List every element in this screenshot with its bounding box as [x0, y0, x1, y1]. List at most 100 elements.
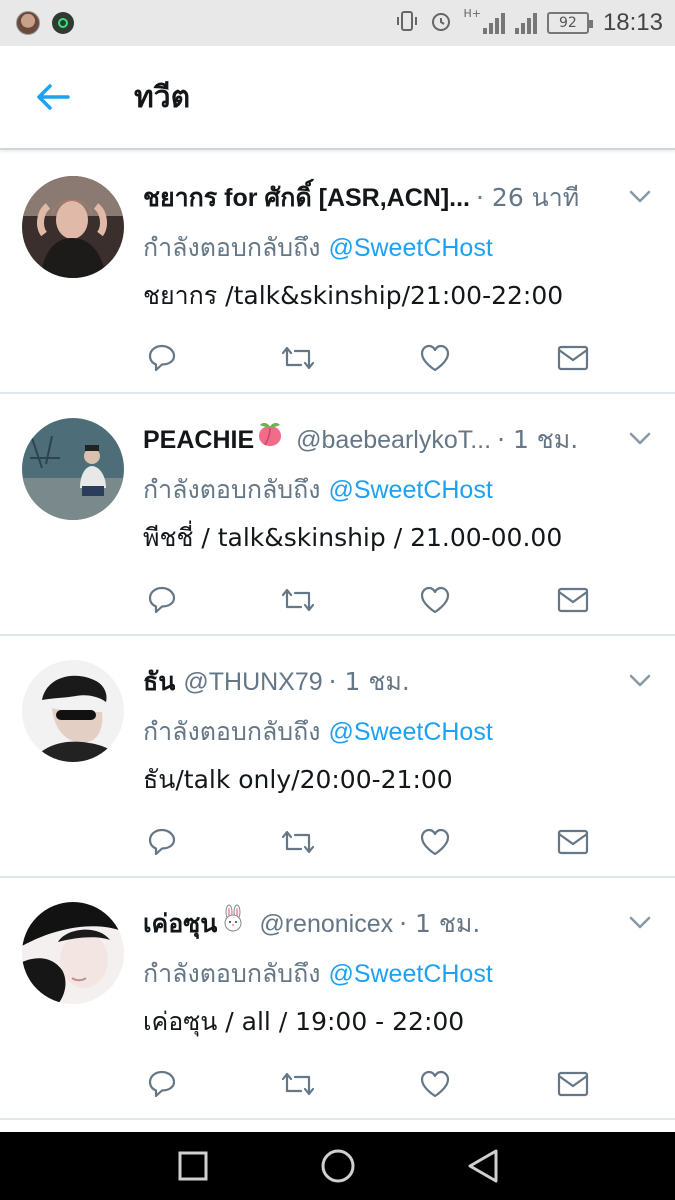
- retweet-button[interactable]: [276, 820, 320, 864]
- display-name[interactable]: ธัน: [143, 662, 175, 702]
- tweet-text: ธัน/talk only/20:00-21:00: [143, 765, 453, 794]
- reply-prefix: กำลังตอบกลับถึง: [143, 959, 321, 988]
- direct-message-button[interactable]: [551, 1062, 595, 1106]
- reply-icon: [148, 828, 176, 856]
- reply-button[interactable]: [140, 336, 184, 380]
- reply-context: กำลังตอบกลับถึง @SweetCHost: [143, 470, 493, 510]
- tweet[interactable]: PEACHIE @baebearlykoT... · 1 ชม. กำลังตอ…: [0, 394, 675, 636]
- chevron-down-icon: [629, 674, 651, 687]
- display-name[interactable]: เค่อซุน: [143, 904, 217, 944]
- reply-prefix: กำลังตอบกลับถึง: [143, 475, 321, 504]
- triangle-back-icon: [468, 1149, 497, 1183]
- square-icon: [178, 1151, 207, 1181]
- mention-link[interactable]: @SweetCHost: [328, 718, 492, 746]
- reply-icon: [148, 1070, 176, 1098]
- battery-icon: 92: [546, 12, 593, 34]
- mention-link[interactable]: @SweetCHost: [328, 476, 492, 504]
- envelope-icon: [557, 829, 589, 855]
- app-notification-icon: [52, 12, 74, 34]
- retweet-button[interactable]: [276, 1062, 320, 1106]
- like-button[interactable]: [413, 578, 457, 622]
- username[interactable]: @renonicex: [259, 910, 393, 939]
- reply-context: กำลังตอบกลับถึง @SweetCHost: [143, 712, 493, 752]
- like-button[interactable]: [413, 336, 457, 380]
- retweet-button[interactable]: [276, 578, 320, 622]
- retweet-icon: [281, 346, 315, 370]
- tweet-header: ธัน @THUNX79 · 1 ชม.: [143, 662, 613, 702]
- status-bar: H+ 92 18:13: [0, 0, 675, 46]
- tweet-menu-button[interactable]: [625, 666, 655, 696]
- tweet-menu-button[interactable]: [625, 182, 655, 212]
- envelope-icon: [557, 1071, 589, 1097]
- direct-message-button[interactable]: [551, 578, 595, 622]
- like-button[interactable]: [413, 1062, 457, 1106]
- signal-icon: [482, 12, 505, 34]
- username[interactable]: @THUNX79: [183, 668, 322, 697]
- system-back-button[interactable]: [453, 1136, 513, 1196]
- reply-context: กำลังตอบกลับถึง @SweetCHost: [143, 228, 493, 268]
- reply-icon: [148, 586, 176, 614]
- tweet-text: เค่อซุน / all / 19:00 - 22:00: [143, 1007, 465, 1036]
- back-button[interactable]: [18, 62, 88, 132]
- tweet-text: ชยากร /talk&skinship/21:00-22:00: [143, 281, 564, 310]
- tweet-actions: [140, 1062, 600, 1106]
- tweet-actions: [140, 820, 600, 864]
- tweet-menu-button[interactable]: [625, 424, 655, 454]
- notification-avatar-icon: [16, 11, 40, 35]
- tweet-menu-button[interactable]: [625, 908, 655, 938]
- system-navigation-bar: [0, 1132, 675, 1200]
- envelope-icon: [557, 345, 589, 371]
- avatar[interactable]: [22, 902, 124, 1004]
- tweet[interactable]: ธัน @THUNX79 · 1 ชม. กำลังตอบกลับถึง @Sw…: [0, 636, 675, 878]
- tweet-list: ชยากร for ศักดิ์ [ASR,ACN]... · 26 นาที …: [0, 152, 675, 1120]
- tweet-header: เค่อซุน @renonicex · 1 ชม.: [143, 904, 613, 944]
- reply-button[interactable]: [140, 820, 184, 864]
- reply-button[interactable]: [140, 578, 184, 622]
- rabbit-emoji-icon: [224, 904, 242, 932]
- mention-link[interactable]: @SweetCHost: [328, 960, 492, 988]
- peach-emoji-icon: [259, 422, 282, 446]
- top-app-bar: ทวีต: [0, 46, 675, 150]
- timestamp[interactable]: · 1 ชม.: [399, 904, 480, 944]
- timestamp[interactable]: · 1 ชม.: [329, 662, 410, 702]
- reply-prefix: กำลังตอบกลับถึง: [143, 717, 321, 746]
- tweet-header: ชยากร for ศักดิ์ [ASR,ACN]... · 26 นาที: [143, 178, 613, 218]
- tweet-actions: [140, 578, 600, 622]
- signal-2-icon: [514, 12, 537, 34]
- battery-level: 92: [559, 15, 577, 31]
- chevron-down-icon: [629, 916, 651, 929]
- retweet-icon: [281, 588, 315, 612]
- network-type-label: H+: [463, 6, 481, 20]
- direct-message-button[interactable]: [551, 336, 595, 380]
- heart-icon: [420, 586, 450, 614]
- retweet-button[interactable]: [276, 336, 320, 380]
- heart-icon: [420, 1070, 450, 1098]
- tweet[interactable]: ชยากร for ศักดิ์ [ASR,ACN]... · 26 นาที …: [0, 152, 675, 394]
- heart-icon: [420, 344, 450, 372]
- recents-button[interactable]: [163, 1136, 223, 1196]
- timestamp[interactable]: · 1 ชม.: [497, 420, 578, 460]
- reply-button[interactable]: [140, 1062, 184, 1106]
- display-name[interactable]: PEACHIE: [143, 426, 254, 455]
- arrow-left-icon: [37, 84, 70, 110]
- home-button[interactable]: [308, 1136, 368, 1196]
- direct-message-button[interactable]: [551, 820, 595, 864]
- timestamp[interactable]: · 26 นาที: [476, 178, 579, 218]
- display-name[interactable]: ชยากร for ศักดิ์ [ASR,ACN]...: [143, 178, 470, 218]
- retweet-icon: [281, 1072, 315, 1096]
- username[interactable]: @baebearlykoT...: [296, 426, 491, 455]
- tweet[interactable]: เค่อซุน @renonicex · 1 ชม. กำลังตอบกลับถ…: [0, 878, 675, 1120]
- circle-icon: [321, 1149, 354, 1183]
- envelope-icon: [557, 587, 589, 613]
- like-button[interactable]: [413, 820, 457, 864]
- chevron-down-icon: [629, 432, 651, 445]
- avatar[interactable]: [22, 660, 124, 762]
- alarm-icon: [429, 9, 453, 38]
- avatar[interactable]: [22, 418, 124, 520]
- reply-icon: [148, 344, 176, 372]
- mention-link[interactable]: @SweetCHost: [328, 234, 492, 262]
- reply-context: กำลังตอบกลับถึง @SweetCHost: [143, 954, 493, 994]
- reply-prefix: กำลังตอบกลับถึง: [143, 233, 321, 262]
- avatar[interactable]: [22, 176, 124, 278]
- clock: 18:13: [602, 9, 663, 36]
